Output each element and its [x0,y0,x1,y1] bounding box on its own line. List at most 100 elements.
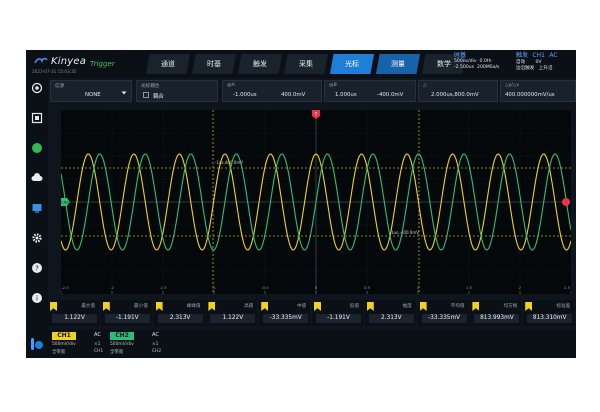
time-tick-label: -2 [110,285,114,290]
gear-icon[interactable] [31,232,43,244]
trigger-title: 触发 [516,52,529,59]
tab-timebase[interactable]: 时基 [192,54,236,74]
tab-trigger[interactable]: 触发 [238,54,282,74]
measurement-label: 低值 [349,304,359,309]
cursor-couple-option: 耦合 [153,94,164,100]
cursor-b-voltage: -400.0mV [377,92,404,98]
measurement-item[interactable]: 平均值 -33.335mV [417,300,469,326]
trigger-slope: 上升沿 [538,66,553,72]
timebase-scale: 500ns/div [454,59,477,65]
measurement-label: 峰峰值 [186,304,201,309]
trigger-position-label: T [314,112,318,118]
trigger-coupling: AC [549,52,558,59]
ch1-multiplier: ×1 [94,342,101,347]
ch2-source: CH2 [152,349,162,354]
time-tick-label: -1 [212,285,216,290]
ch2-scale: 500mV/div [110,342,134,347]
trigger-type: 边沿触发 [516,66,535,72]
cursor-couple-label: 光标耦合 [141,84,160,89]
cursor-b-label: @B [329,83,337,88]
measurement-label: 幅度 [402,304,412,309]
trigger-level-marker [562,198,570,206]
bookmark-icon [314,302,321,311]
brand-icon [34,57,48,65]
source-value: NONE [85,92,101,98]
timebase-info[interactable]: 时基 500ns/div 0.0th -2.500us 200MSa/s [454,52,499,72]
bookmark-icon [366,302,374,311]
measurement-item[interactable]: 峰峰值 2.313V [153,300,205,326]
ch2-info[interactable]: CH2 AC 500mV/div ×1 全带宽 CH2 [110,332,166,356]
ch2-coupling: AC [152,332,159,338]
measurement-value: 813.993mV [474,314,520,323]
trigger-info[interactable]: 触发 CH1 AC 自动 0V 边沿触发 上升沿 [516,52,558,73]
cursor-a-label: @A [227,83,235,88]
delta-rate-label: △y/△x [505,83,520,88]
bookmark-icon [261,302,269,311]
measurement-item[interactable]: 低值 -1.191V [312,300,363,326]
left-toolbar: ? i [26,78,48,330]
cursor-params: 信源 NONE 光标耦合 耦合 @A -1.000us 400.0mV @B 1… [48,80,576,102]
trigger-status[interactable]: Trigger [90,60,115,68]
delta-value: 2.000us,800.0mV [431,92,479,98]
bookmark-icon [155,302,163,311]
measurement-item[interactable]: 均方根 813.993mV [470,300,522,326]
measurement-item[interactable]: 最小值 -1.191V [100,300,152,326]
ch1-scale: 500mV/div [52,342,76,347]
delta-label: △ [423,83,427,88]
measurement-value: 1.122V [210,314,256,323]
info-icon[interactable]: i [31,292,43,304]
trigger-mode: 自动 [516,60,526,66]
display-icon[interactable] [31,202,43,214]
bookmark-icon [208,302,216,311]
measurement-item[interactable]: 标准差 813.310mV [523,300,575,326]
ch2-multiplier: ×1 [152,342,159,347]
measurement-item[interactable]: 幅度 2.313V [364,300,416,326]
run-status-icon[interactable] [31,142,43,154]
delta-rate-value: 400.000000mV/us [505,92,555,98]
measurement-label: 最大值 [81,304,95,309]
ch2-tag: CH2 [110,332,134,340]
source-select[interactable]: 信源 NONE [50,80,132,102]
ch1-bandwidth: 全带宽 [52,350,66,355]
chevron-down-icon [121,90,127,98]
measurement-bar: 最大值 1.122V 最小值 -1.191V 峰峰值 2.313V 高值 1.122V 中值 -3… [48,300,576,326]
top-bar: Kinyea 2023-07-31 15:03:35 Trigger 通道 时基… [26,50,576,78]
settings-icon[interactable] [31,82,43,94]
timebase-offset: -2.500us [454,65,475,71]
cursor-couple-checkbox[interactable] [143,92,149,98]
tab-acquire[interactable]: 采集 [284,54,328,74]
svg-text:?: ? [35,264,39,272]
time-tick-label: 0.5 [364,285,371,290]
measurement-item[interactable]: 高值 1.122V [206,300,258,326]
tab-measure[interactable]: 测量 [376,54,420,74]
app-logo-icon[interactable] [30,336,44,352]
ch1-info[interactable]: CH1 AC 500mV/div ×1 全带宽 CH1 [52,332,108,356]
menu-tabs: 通道 时基 触发 采集 光标 测量 数学 [146,54,468,74]
ch2-offset-label: CH2 [61,201,69,205]
screenshot-icon[interactable] [31,112,43,124]
bookmark-icon [472,302,480,311]
waveform-display[interactable]: -1us,400.0mV 1us,-400.0mV -2.5 -2 -1.5 -1 -0.… [61,110,571,294]
bookmark-icon [419,302,427,311]
measurement-item[interactable]: 中值 -33.335mV [259,300,311,326]
measurement-label: 平均值 [450,304,465,309]
cursor-b-box[interactable]: @B 1.000us -400.0mV [324,80,416,102]
svg-text:i: i [36,294,38,302]
tab-channel[interactable]: 通道 [146,54,190,74]
time-tick-label: 0 [315,285,318,290]
ch1-source: CH1 [94,349,104,354]
tab-cursor[interactable]: 光标 [330,54,374,74]
brand-logo: Kinyea [34,55,86,67]
cursor-a-voltage: 400.0mV [281,92,306,98]
bookmark-icon [50,302,57,311]
cloud-icon[interactable] [31,172,43,184]
measurement-value: -1.191V [104,314,150,323]
measurement-item[interactable]: 最大值 1.122V [48,300,99,326]
trigger-channel: CH1 [532,52,545,59]
cursor-a-time: -1.000us [233,92,257,98]
delta-box: △ 2.000us,800.0mV [418,80,498,102]
help-icon[interactable]: ? [31,262,43,274]
brand-name: Kinyea [51,55,87,67]
cursor-a-box[interactable]: @A -1.000us 400.0mV [222,80,322,102]
measurement-value: -33.335mV [421,314,467,323]
